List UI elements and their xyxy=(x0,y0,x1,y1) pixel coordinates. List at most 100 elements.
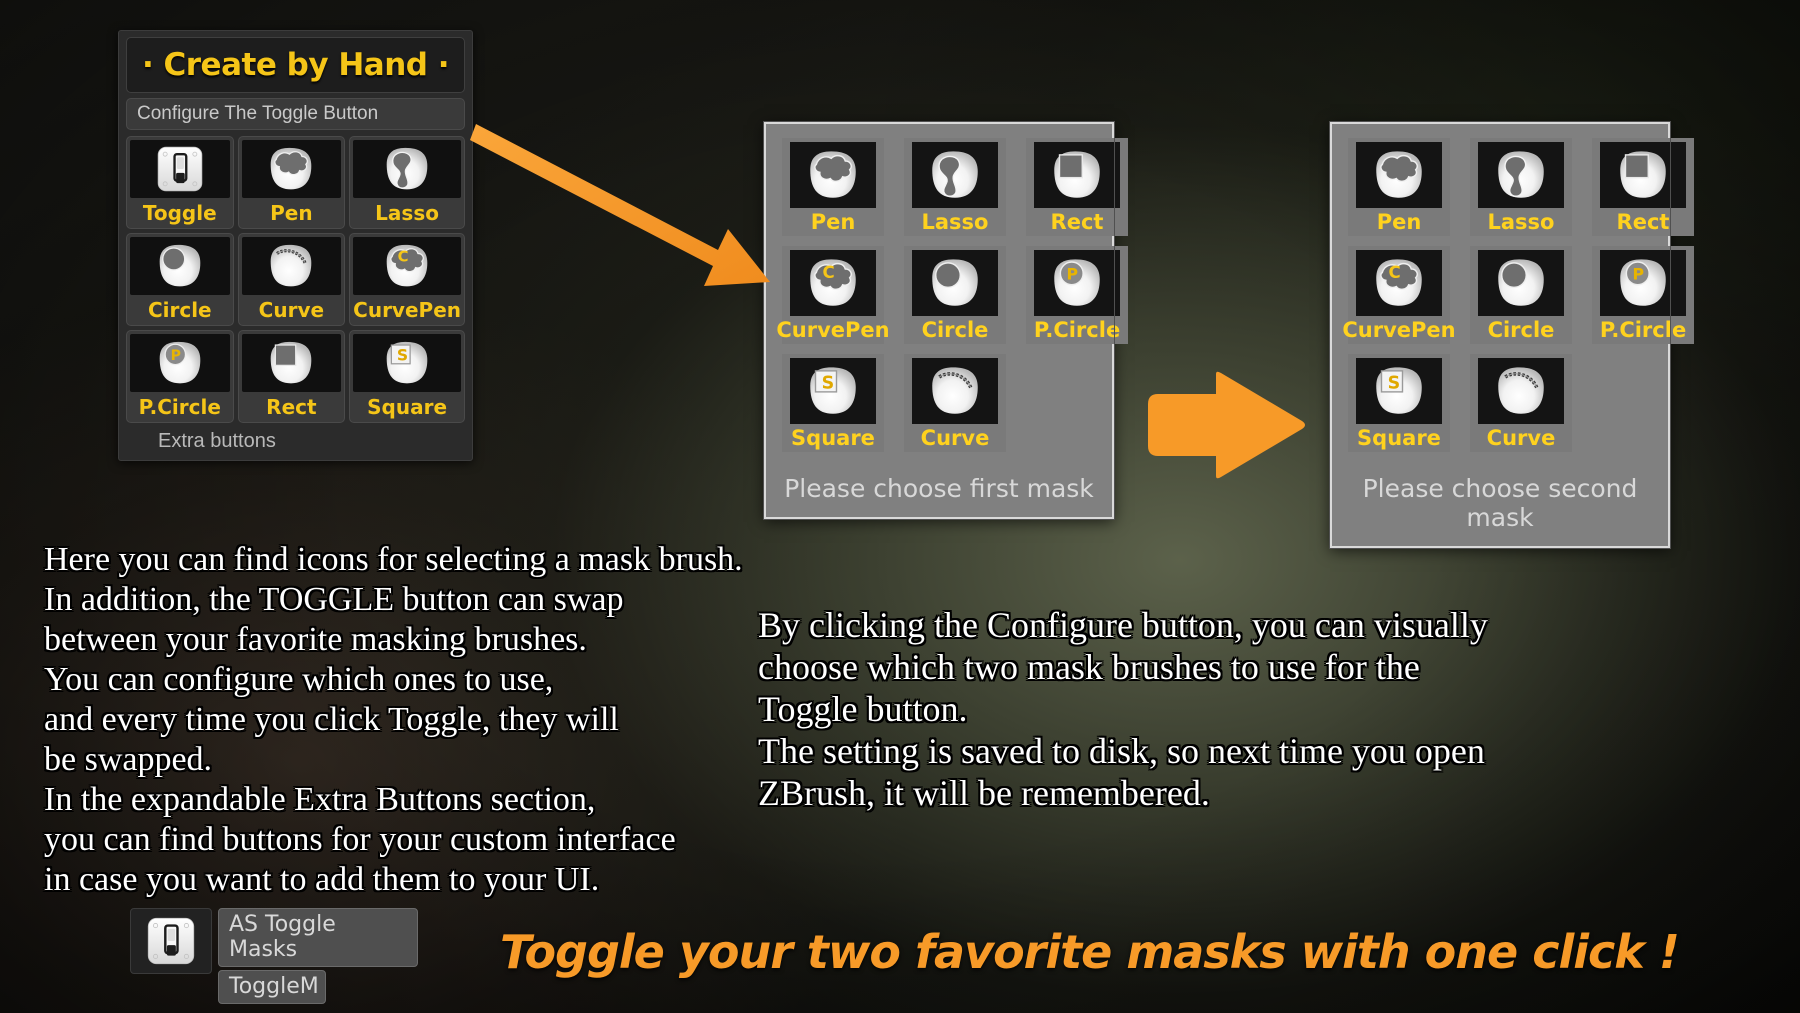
mask-option-pcircle[interactable]: P.Circle xyxy=(1592,246,1694,344)
mask-option-thumb xyxy=(1356,358,1442,424)
mask-button-thumb xyxy=(353,334,461,392)
mask-pen-icon xyxy=(266,144,316,194)
mask-option-circle[interactable]: Circle xyxy=(904,246,1006,344)
poster-canvas: S P C xyxy=(0,0,1800,1013)
configure-toggle-button[interactable]: Configure The Toggle Button xyxy=(126,98,465,130)
mask-pen-icon xyxy=(1371,147,1427,203)
mask-option-label: Circle xyxy=(1487,318,1555,342)
mask-option-square[interactable]: Square xyxy=(782,354,884,452)
mask-lasso-icon xyxy=(382,144,432,194)
mask-option-label: P.Circle xyxy=(1033,318,1121,342)
mask-option-thumb xyxy=(1034,250,1120,316)
mask-button-label: Circle xyxy=(147,298,212,322)
mask-option-rect[interactable]: Rect xyxy=(1592,138,1694,236)
mask-option-label: Rect xyxy=(1616,210,1670,234)
mask-square-icon xyxy=(1371,363,1427,419)
mask-button-label: CurvePen xyxy=(353,298,461,322)
text-line: be swapped. xyxy=(44,741,213,778)
text-line: By clicking the Configure button, you ca… xyxy=(758,605,1488,645)
mask-button-thumb xyxy=(241,237,342,295)
mask-option-thumb xyxy=(912,142,998,208)
mask-option-label: Circle xyxy=(921,318,989,342)
mask-option-thumb xyxy=(1478,142,1564,208)
mask-option-thumb xyxy=(1600,142,1686,208)
mask-curve-icon xyxy=(1493,363,1549,419)
mask-option-lasso[interactable]: Lasso xyxy=(904,138,1006,236)
mask-option-curve[interactable]: Curve xyxy=(1470,354,1572,452)
mask-option-label: Curve xyxy=(920,426,990,450)
mask-option-thumb xyxy=(912,250,998,316)
text-line: between your favorite masking brushes. xyxy=(44,621,587,658)
extra-buttons-label[interactable]: Extra buttons xyxy=(126,423,465,456)
arrow-right-icon xyxy=(1148,371,1305,479)
mask-button-thumb xyxy=(353,140,461,198)
mask-option-square[interactable]: Square xyxy=(1348,354,1450,452)
arrow-diagonal-icon xyxy=(470,124,770,286)
mask-curve-icon xyxy=(266,241,316,291)
mask-option-lasso[interactable]: Lasso xyxy=(1470,138,1572,236)
mask-button-label: P.Circle xyxy=(138,395,221,419)
right-description-text: By clicking the Configure button, you ca… xyxy=(758,604,1758,814)
mask-button-rect[interactable]: Rect xyxy=(237,330,346,423)
mask-button-lasso[interactable]: Lasso xyxy=(349,136,465,229)
mask-option-pen[interactable]: Pen xyxy=(1348,138,1450,236)
mask-button-label: Curve xyxy=(258,298,325,322)
mask-curve-icon xyxy=(927,363,983,419)
mask-square-icon xyxy=(382,338,432,388)
mask-button-circle[interactable]: Circle xyxy=(126,233,234,326)
left-description-text: Here you can find icons for selecting a … xyxy=(44,540,804,900)
widget-title-field[interactable]: AS Toggle Masks xyxy=(218,908,418,967)
text-line: The setting is saved to disk, so next ti… xyxy=(758,731,1485,771)
mask-button-label: Pen xyxy=(270,201,313,225)
mask-square-icon xyxy=(805,363,861,419)
text-line: In addition, the TOGGLE button can swap xyxy=(44,581,624,618)
text-line: In the expandable Extra Buttons section, xyxy=(44,781,596,818)
mask-option-curve[interactable]: Curve xyxy=(904,354,1006,452)
text-line: choose which two mask brushes to use for… xyxy=(758,647,1420,687)
mask-button-pcircle[interactable]: P.Circle xyxy=(126,330,234,423)
widget-subtitle-field[interactable]: ToggleM xyxy=(218,970,326,1004)
mask-rect-icon xyxy=(1049,147,1105,203)
mask-option-label: Curve xyxy=(1486,426,1556,450)
create-by-hand-panel: · Create by Hand · Configure The Toggle … xyxy=(118,30,473,461)
tagline-text: Toggle your two favorite masks with one … xyxy=(500,925,1680,979)
mask-button-curvepen[interactable]: CurvePen xyxy=(349,233,465,326)
panel-title: · Create by Hand · xyxy=(126,37,465,93)
mask-option-thumb xyxy=(1356,142,1442,208)
mask-option-label: Rect xyxy=(1050,210,1104,234)
mask-option-pcircle[interactable]: P.Circle xyxy=(1026,246,1128,344)
second-mask-footer: Please choose second mask xyxy=(1362,474,1638,532)
mask-button-toggle[interactable]: Toggle xyxy=(126,136,234,229)
mask-option-circle[interactable]: Circle xyxy=(1470,246,1572,344)
mask-button-thumb xyxy=(130,237,230,295)
mask-option-curvepen[interactable]: CurvePen xyxy=(1342,246,1456,344)
mask-option-rect[interactable]: Rect xyxy=(1026,138,1128,236)
text-line: you can find buttons for your custom int… xyxy=(44,821,676,858)
mask-button-pen[interactable]: Pen xyxy=(237,136,346,229)
mask-option-thumb xyxy=(1356,250,1442,316)
mask-button-label: Square xyxy=(367,395,448,419)
mask-option-thumb xyxy=(1600,250,1686,316)
mask-option-label: CurvePen xyxy=(1342,318,1456,342)
toggle-switch-icon[interactable] xyxy=(130,908,212,974)
mask-button-grid: Toggle Pen Lasso Circle Curve CurvePen P.Circl… xyxy=(126,136,465,423)
mask-lasso-icon xyxy=(927,147,983,203)
first-mask-footer: Please choose first mask xyxy=(784,474,1094,503)
mask-option-thumb xyxy=(1478,358,1564,424)
toggle-switch-icon xyxy=(155,144,205,194)
mask-pcircle-icon xyxy=(1049,255,1105,311)
text-line: and every time you click Toggle, they wi… xyxy=(44,701,619,738)
mask-option-label: Lasso xyxy=(1487,210,1555,234)
mask-button-square[interactable]: Square xyxy=(349,330,465,423)
mask-option-thumb xyxy=(1034,142,1120,208)
mask-option-label: Lasso xyxy=(921,210,989,234)
grid-spacer xyxy=(1592,354,1694,452)
mask-option-label: P.Circle xyxy=(1599,318,1687,342)
grid-spacer xyxy=(1026,354,1128,452)
mask-pcircle-icon xyxy=(155,338,205,388)
text-line: Toggle button. xyxy=(758,689,968,729)
mask-button-thumb xyxy=(241,140,342,198)
mask-circle-icon xyxy=(927,255,983,311)
mask-button-curve[interactable]: Curve xyxy=(237,233,346,326)
mask-button-thumb xyxy=(130,334,230,392)
